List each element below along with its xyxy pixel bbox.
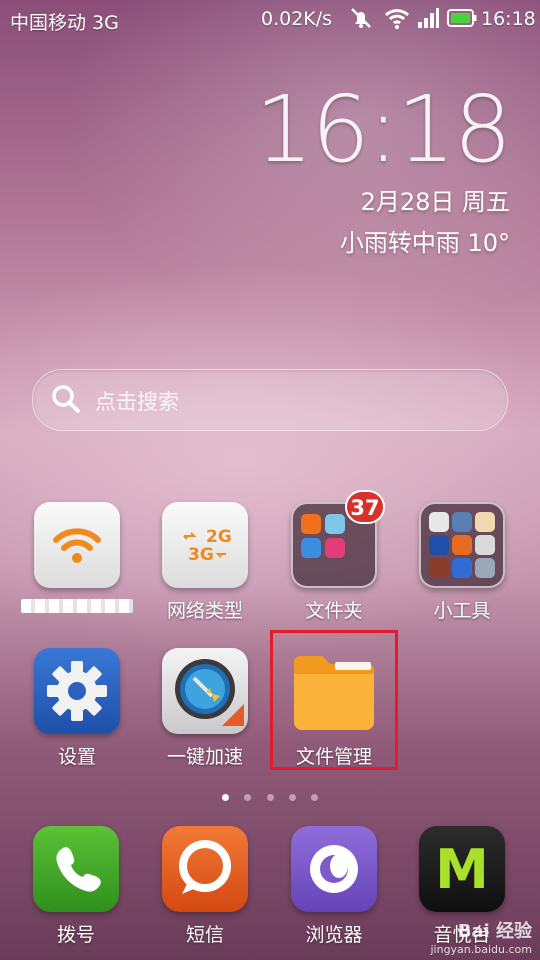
clock-date: 2月28日 周五	[360, 188, 510, 216]
page-dot[interactable]	[244, 794, 252, 801]
app-settings[interactable]: 设置	[13, 648, 141, 769]
app-speed-boost[interactable]: 一键加速	[141, 648, 269, 769]
yinyuetai-icon: M	[419, 826, 505, 912]
watermark: Bai 经验 jingyan.baidu.com	[430, 917, 532, 956]
network-icon-3g: 3G	[188, 545, 214, 565]
wifi-signal-icon	[384, 6, 410, 34]
cell-signal-icon	[416, 6, 440, 34]
app-label: 一键加速	[166, 746, 243, 768]
yinyuetai-letter: M	[435, 838, 489, 901]
phone-icon	[33, 826, 119, 912]
notification-muted-icon	[349, 6, 373, 34]
app-label: 网络类型	[166, 600, 243, 622]
gear-icon	[34, 648, 120, 734]
dock-messages[interactable]: 短信	[141, 826, 269, 947]
app-folder[interactable]: 37 文件夹	[270, 490, 398, 623]
dock-browser[interactable]: 浏览器	[270, 826, 398, 947]
tools-folder-icon	[419, 502, 505, 588]
app-label: 文件夹	[305, 600, 363, 622]
clock-widget[interactable]: 16:18 2月28日 周五 小雨转中雨 10°	[254, 76, 512, 258]
app-label: 短信	[185, 924, 224, 946]
notification-badge: 37	[345, 490, 385, 524]
wifi-icon	[34, 502, 120, 588]
folder-icon: 37	[291, 490, 385, 588]
search-bar[interactable]: 点击搜索	[32, 369, 508, 431]
app-network-type[interactable]: 2G 3G 网络类型	[141, 502, 269, 623]
app-label: 浏览器	[305, 924, 363, 946]
page-dot[interactable]	[266, 794, 274, 801]
battery-icon	[447, 9, 477, 31]
app-wifi[interactable]	[13, 502, 141, 618]
carrier-label: 中国移动 3G	[10, 12, 119, 34]
browser-icon	[291, 826, 377, 912]
highlight-box	[270, 630, 398, 770]
network-icon-2g: 2G	[206, 527, 232, 547]
message-icon	[162, 826, 248, 912]
app-label: 拨号	[56, 924, 95, 946]
page-indicator[interactable]	[0, 786, 540, 805]
dock-phone[interactable]: 拨号	[12, 826, 140, 947]
app-label: 设置	[57, 746, 96, 768]
app-label-redacted	[13, 596, 141, 618]
app-label: 小工具	[433, 600, 491, 622]
page-dot-active[interactable]	[222, 794, 230, 801]
clock-time: 16:18	[254, 76, 512, 183]
broom-icon	[162, 648, 248, 734]
status-bar: 中国移动 3G 0.02K/s 16:18	[0, 0, 540, 38]
search-icon	[51, 384, 81, 418]
watermark-url: jingyan.baidu.com	[430, 943, 532, 956]
network-speed: 0.02K/s	[261, 8, 333, 30]
clock-weather: 小雨转中雨 10°	[339, 229, 510, 257]
search-placeholder: 点击搜索	[95, 390, 179, 414]
network-type-icon: 2G 3G	[162, 502, 248, 588]
page-dot[interactable]	[310, 794, 318, 801]
watermark-brand: Bai 经验	[457, 921, 532, 942]
app-tools-folder[interactable]: 小工具	[398, 502, 526, 623]
page-dot[interactable]	[288, 794, 296, 801]
status-time: 16:18	[481, 8, 536, 30]
